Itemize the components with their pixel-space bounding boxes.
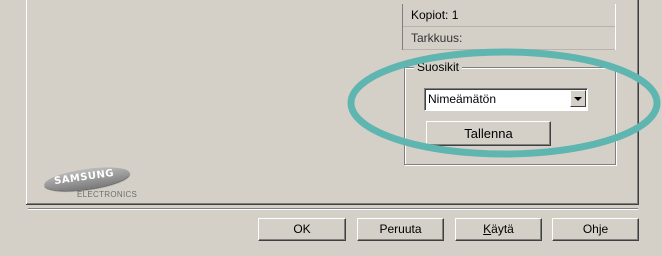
copies-info: Kopiot: 1 — [403, 4, 615, 27]
resolution-info: Tarkkuus: — [403, 27, 615, 50]
favorites-dropdown-value: Nimeämätön — [428, 92, 497, 106]
cancel-button[interactable]: Peruuta — [357, 218, 444, 241]
favorites-groupbox — [404, 67, 616, 165]
dropdown-arrow-button[interactable] — [570, 90, 586, 107]
tab-page-left-edge — [26, 0, 27, 204]
samsung-logo-subtitle: ELECTRONICS — [77, 190, 138, 199]
chevron-down-icon — [574, 96, 582, 101]
favorites-dropdown[interactable]: Nimeämätön — [424, 88, 588, 111]
apply-button[interactable]: Käytä — [455, 218, 542, 241]
apply-label-rest: äytä — [491, 222, 514, 236]
save-favorite-button[interactable]: Tallenna — [426, 121, 551, 146]
apply-mnemonic: K — [483, 222, 492, 236]
help-button[interactable]: Ohje — [552, 218, 639, 241]
favorites-group-title: Suosikit — [414, 60, 463, 74]
samsung-logo: SAMSUNG ELECTRONICS — [43, 163, 184, 205]
dialog-divider — [28, 208, 638, 210]
ok-button[interactable]: OK — [258, 218, 346, 241]
print-info-box: Kopiot: 1 Tarkkuus: — [402, 4, 616, 50]
